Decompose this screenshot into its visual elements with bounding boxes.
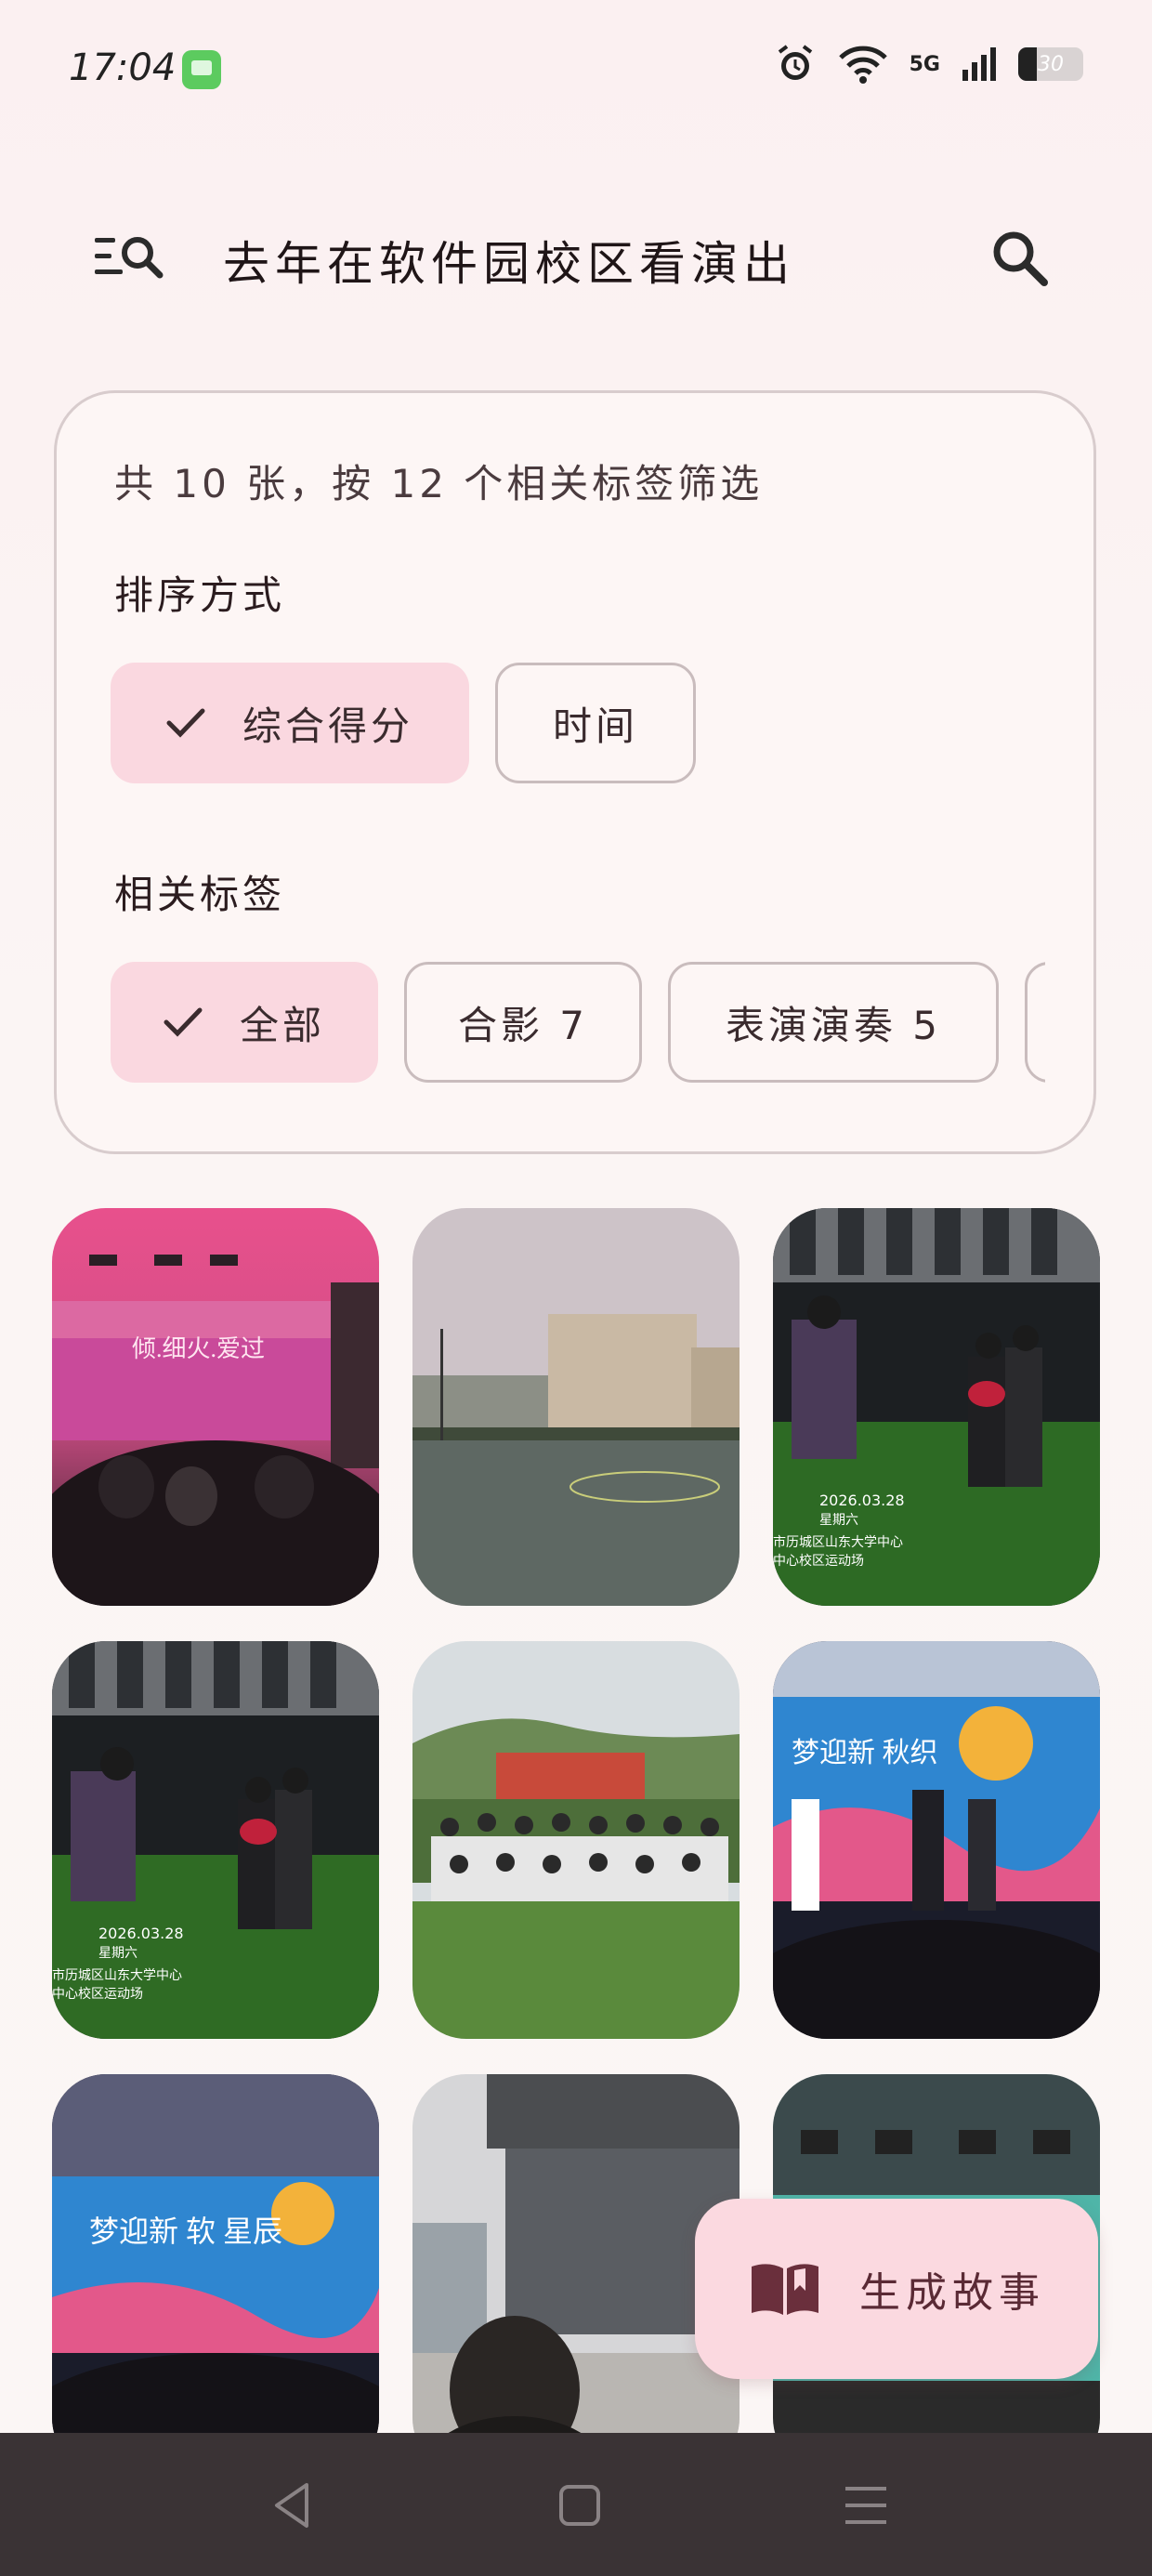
generate-story-button[interactable]: 生成故事 bbox=[695, 2199, 1098, 2379]
photo-date: 2026.03.28 bbox=[98, 1925, 184, 1942]
photo-tile[interactable]: 梦迎新 软 星辰 bbox=[52, 2074, 379, 2435]
battery-indicator: 30 bbox=[1018, 47, 1083, 81]
photo-tile[interactable] bbox=[412, 1208, 740, 1606]
photo-night-stage-1: 2026.03.28 星期六 市历城区山东大学中心 中心校区运动场 bbox=[773, 1208, 1100, 1606]
alarm-icon bbox=[778, 45, 812, 80]
tag-chip-group-photo[interactable]: 合影 7 bbox=[404, 962, 642, 1083]
messages-app-icon bbox=[182, 50, 221, 89]
status-icons: 5G 30 bbox=[774, 43, 1083, 85]
photo-weekday: 星期六 bbox=[98, 1946, 137, 1961]
tag-chip-all[interactable]: 全部 bbox=[111, 962, 378, 1083]
photo-location: 市历城区山东大学中心 bbox=[52, 1967, 182, 1983]
photo-tile[interactable]: 梦迎新 秋织 bbox=[773, 1641, 1100, 2039]
tag-chip-label: 全部 bbox=[239, 1002, 325, 1048]
photo-group-lawn bbox=[412, 1641, 740, 2039]
photo-night-stage-2: 2026.03.28 星期六 市历城区山东大学中心 中心校区运动场 bbox=[52, 1641, 379, 2039]
tag-chip-performance[interactable]: 表演演奏 5 bbox=[668, 962, 999, 1083]
photo-overlay-text: 倾.细火.爱过 bbox=[132, 1335, 265, 1362]
wifi-icon bbox=[838, 46, 887, 84]
photo-date: 2026.03.28 bbox=[819, 1492, 905, 1509]
photo-location: 市历城区山东大学中心 bbox=[773, 1534, 903, 1550]
home-icon[interactable] bbox=[550, 2476, 609, 2535]
check-icon bbox=[164, 1007, 203, 1037]
photo-overlay-text: 梦迎新 软 星辰 bbox=[89, 2215, 282, 2248]
battery-level: 30 bbox=[1038, 52, 1064, 76]
photo-weekday: 星期六 bbox=[819, 1513, 858, 1528]
photo-overlay-text: 梦迎新 秋织 bbox=[792, 1738, 938, 1768]
photo-tile[interactable]: 2026.03.28 星期六 市历城区山东大学中心 中心校区运动场 bbox=[52, 1641, 379, 2039]
tag-chip-label: 合影 7 bbox=[457, 1002, 589, 1048]
open-book-icon bbox=[752, 2264, 818, 2315]
tag-chip-label: 表演演奏 5 bbox=[725, 1002, 942, 1048]
photo-campus-court bbox=[412, 1208, 740, 1606]
filter-list-search-icon[interactable] bbox=[93, 230, 164, 283]
photo-building-plaza bbox=[412, 2074, 740, 2435]
photo-tile[interactable]: 2026.03.28 星期六 市历城区山东大学中心 中心校区运动场 bbox=[773, 1208, 1100, 1606]
photo-tile[interactable] bbox=[412, 2074, 740, 2435]
photo-tile[interactable]: 倾.细火.爱过 bbox=[52, 1208, 379, 1606]
status-bar: 17:04 5G 30 bbox=[0, 0, 1152, 139]
filter-card: 共 10 张，按 12 个相关标签筛选 排序方式 综合得分 时间 相关标签 全部… bbox=[54, 390, 1096, 1154]
top-app-bar: 去年在软件园校区看演出 bbox=[0, 223, 1152, 297]
search-icon[interactable] bbox=[988, 227, 1050, 288]
recents-icon[interactable] bbox=[836, 2476, 896, 2535]
network-type: 5G bbox=[909, 52, 940, 76]
photo-tile[interactable] bbox=[412, 1641, 740, 2039]
back-icon[interactable] bbox=[264, 2476, 323, 2535]
photo-stage-pink: 倾.细火.爱过 bbox=[52, 1208, 379, 1606]
photo-stage-banner: 梦迎新 秋织 bbox=[773, 1641, 1100, 2039]
system-nav-bar bbox=[0, 2433, 1152, 2576]
page-title: 去年在软件园校区看演出 bbox=[223, 237, 795, 291]
signal-icon bbox=[962, 47, 996, 81]
status-time: 17:04 bbox=[69, 46, 177, 89]
photo-location-2: 中心校区运动场 bbox=[773, 1553, 864, 1569]
photo-stage-banner-2: 梦迎新 软 星辰 bbox=[52, 2074, 379, 2435]
photo-location-2: 中心校区运动场 bbox=[52, 1986, 143, 2002]
tag-chip-row[interactable]: 全部 合影 7 表演演奏 5 bbox=[57, 393, 1045, 1157]
generate-story-label: 生成故事 bbox=[859, 2269, 1045, 2317]
tag-chip-more[interactable] bbox=[1025, 962, 1045, 1083]
